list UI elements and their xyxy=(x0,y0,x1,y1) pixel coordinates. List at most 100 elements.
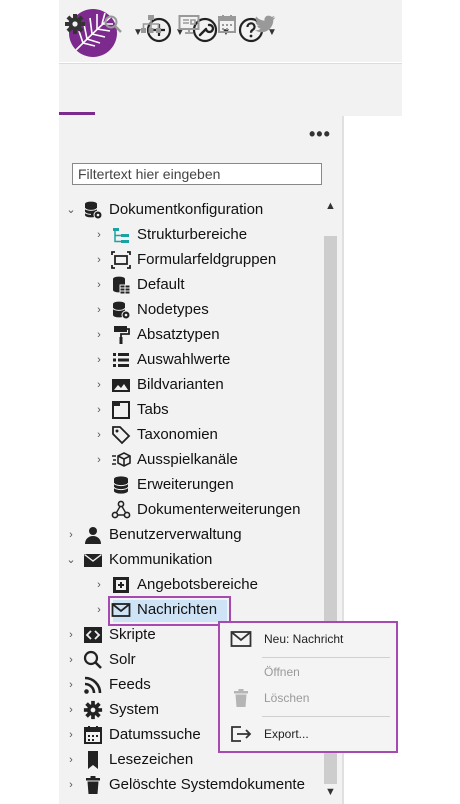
tree-item-tabs[interactable]: › Tabs xyxy=(92,397,169,422)
tree-item-label: Absatztypen xyxy=(137,326,220,343)
nodes-icon xyxy=(111,500,131,520)
scroll-up-arrow[interactable]: ▲ xyxy=(325,200,336,212)
tab-icon xyxy=(111,400,131,420)
chevron-right-icon[interactable]: › xyxy=(92,229,106,241)
menu-item-export[interactable]: Export... xyxy=(220,722,396,746)
database-settings-icon xyxy=(111,300,131,320)
chevron-right-icon[interactable]: › xyxy=(64,779,78,791)
tree-item-ausspielkanaele[interactable]: › Ausspielkanäle xyxy=(92,447,238,472)
chevron-right-icon[interactable]: › xyxy=(64,754,78,766)
chevron-right-icon[interactable]: › xyxy=(92,329,106,341)
tree-item-lesezeichen[interactable]: › Lesezeichen xyxy=(64,747,193,772)
tree-item-default[interactable]: › Default xyxy=(92,272,185,297)
tree-item-label: Auswahlwerte xyxy=(137,351,231,368)
tab-twitter[interactable] xyxy=(253,14,277,38)
menu-item-label: Neu: Nachricht xyxy=(264,632,344,646)
chevron-right-icon[interactable]: › xyxy=(64,529,78,541)
trash-icon xyxy=(83,775,103,795)
menu-item-new-message[interactable]: Neu: Nachricht xyxy=(220,627,396,651)
database-icon xyxy=(111,475,131,495)
tree-item-datumssuche[interactable]: › Datumssuche xyxy=(64,722,201,747)
chevron-right-icon[interactable]: › xyxy=(92,379,106,391)
tree-item-auswahlwerte[interactable]: › Auswahlwerte xyxy=(92,347,230,372)
tree-item-kommunikation[interactable]: ⌄ Kommunikation xyxy=(64,547,212,572)
chevron-right-icon[interactable]: › xyxy=(92,279,106,291)
tree-item-label: Tabs xyxy=(137,401,169,418)
tab-calendar[interactable] xyxy=(215,14,239,38)
tree-item-dokumenterweiterungen[interactable]: Dokumenterweiterungen xyxy=(111,497,300,522)
chevron-right-icon[interactable]: › xyxy=(92,454,106,466)
form-group-icon xyxy=(111,250,131,270)
image-icon xyxy=(111,375,131,395)
chevron-right-icon[interactable]: › xyxy=(92,404,106,416)
tree-item-label: Taxonomien xyxy=(137,426,218,443)
chevron-right-icon[interactable]: › xyxy=(64,629,78,641)
paint-roller-icon xyxy=(111,325,131,345)
tree-item-erweiterungen[interactable]: Erweiterungen xyxy=(111,472,234,497)
tree-item-label: Solr xyxy=(109,651,136,668)
envelope-outline-icon xyxy=(111,600,131,620)
tab-settings[interactable] xyxy=(63,13,87,40)
database-table-icon xyxy=(111,275,131,295)
tree-item-strukturbereiche[interactable]: › Strukturbereiche xyxy=(92,222,247,247)
tree-item-nachrichten[interactable]: › Nachrichten xyxy=(92,597,217,622)
chevron-right-icon[interactable]: › xyxy=(92,579,106,591)
calendar-icon xyxy=(83,725,103,745)
tree-item-angebotsbereiche[interactable]: › Angebotsbereiche xyxy=(92,572,258,597)
cube-stream-icon xyxy=(111,450,131,470)
content-area xyxy=(402,0,460,116)
tree-item-system[interactable]: › System xyxy=(64,697,159,722)
twitter-icon xyxy=(254,14,276,39)
search-icon xyxy=(83,650,103,670)
tree-item-formularfeldgruppen[interactable]: › Formularfeldgruppen xyxy=(92,247,276,272)
chevron-right-icon[interactable]: › xyxy=(92,304,106,316)
envelope-outline-icon xyxy=(228,630,254,648)
tree-item-absatztypen[interactable]: › Absatztypen xyxy=(92,322,220,347)
gear-icon xyxy=(83,700,103,720)
tree-item-solr[interactable]: › Solr xyxy=(64,647,136,672)
chevron-right-icon[interactable]: › xyxy=(92,429,106,441)
tree-item-taxonomien[interactable]: › Taxonomien xyxy=(92,422,218,447)
scroll-down-arrow[interactable]: ▼ xyxy=(325,786,336,798)
panel-tab-bar xyxy=(59,63,402,116)
tree-item-feeds[interactable]: › Feeds xyxy=(64,672,151,697)
offer-box-icon xyxy=(111,575,131,595)
context-menu: Neu: Nachricht Öffnen Löschen Export... xyxy=(218,621,398,753)
tree-item-bildvarianten[interactable]: › Bildvarianten xyxy=(92,372,224,397)
tree-item-label: Bildvarianten xyxy=(137,376,224,393)
chevron-down-icon[interactable]: ⌄ xyxy=(64,553,78,566)
tree-item-nodetypes[interactable]: › Nodetypes xyxy=(92,297,209,322)
chevron-down-icon[interactable]: ⌄ xyxy=(64,203,78,216)
envelope-icon xyxy=(83,550,103,570)
gear-icon xyxy=(64,13,86,40)
tab-preview[interactable] xyxy=(177,14,201,38)
chevron-right-icon[interactable]: › xyxy=(64,654,78,666)
more-options-button[interactable]: ••• xyxy=(309,124,331,145)
chevron-right-icon[interactable]: › xyxy=(64,704,78,716)
tree-item-label: Ausspielkanäle xyxy=(137,451,238,468)
filter-input[interactable] xyxy=(72,163,322,185)
tree-item-benutzerverwaltung[interactable]: › Benutzerverwaltung xyxy=(64,522,242,547)
search-icon xyxy=(103,14,123,39)
chevron-right-icon[interactable]: › xyxy=(64,729,78,741)
tree-item-label: Angebotsbereiche xyxy=(137,576,258,593)
menu-item-delete: Löschen xyxy=(220,686,396,710)
chevron-right-icon[interactable]: › xyxy=(64,679,78,691)
tree-item-label: Feeds xyxy=(109,676,151,693)
chevron-right-icon[interactable]: › xyxy=(92,254,106,266)
calendar-icon xyxy=(217,14,237,39)
tree-item-dokumentkonfiguration[interactable]: ⌄ Dokumentkonfiguration xyxy=(64,197,263,222)
chevron-right-icon[interactable]: › xyxy=(92,354,106,366)
code-icon xyxy=(83,625,103,645)
rss-icon xyxy=(83,675,103,695)
chevron-right-icon[interactable]: › xyxy=(92,604,106,616)
sitemap-icon xyxy=(140,14,162,39)
trash-icon xyxy=(228,688,254,708)
database-settings-icon xyxy=(83,200,103,220)
tree-item-label: Skripte xyxy=(109,626,156,643)
menu-separator xyxy=(262,716,390,717)
tab-structure[interactable] xyxy=(139,14,163,38)
tab-search[interactable] xyxy=(101,14,125,38)
tree-item-geloeschte-systemdokumente[interactable]: › Gelöschte Systemdokumente xyxy=(64,772,305,797)
tree-item-skripte[interactable]: › Skripte xyxy=(64,622,156,647)
